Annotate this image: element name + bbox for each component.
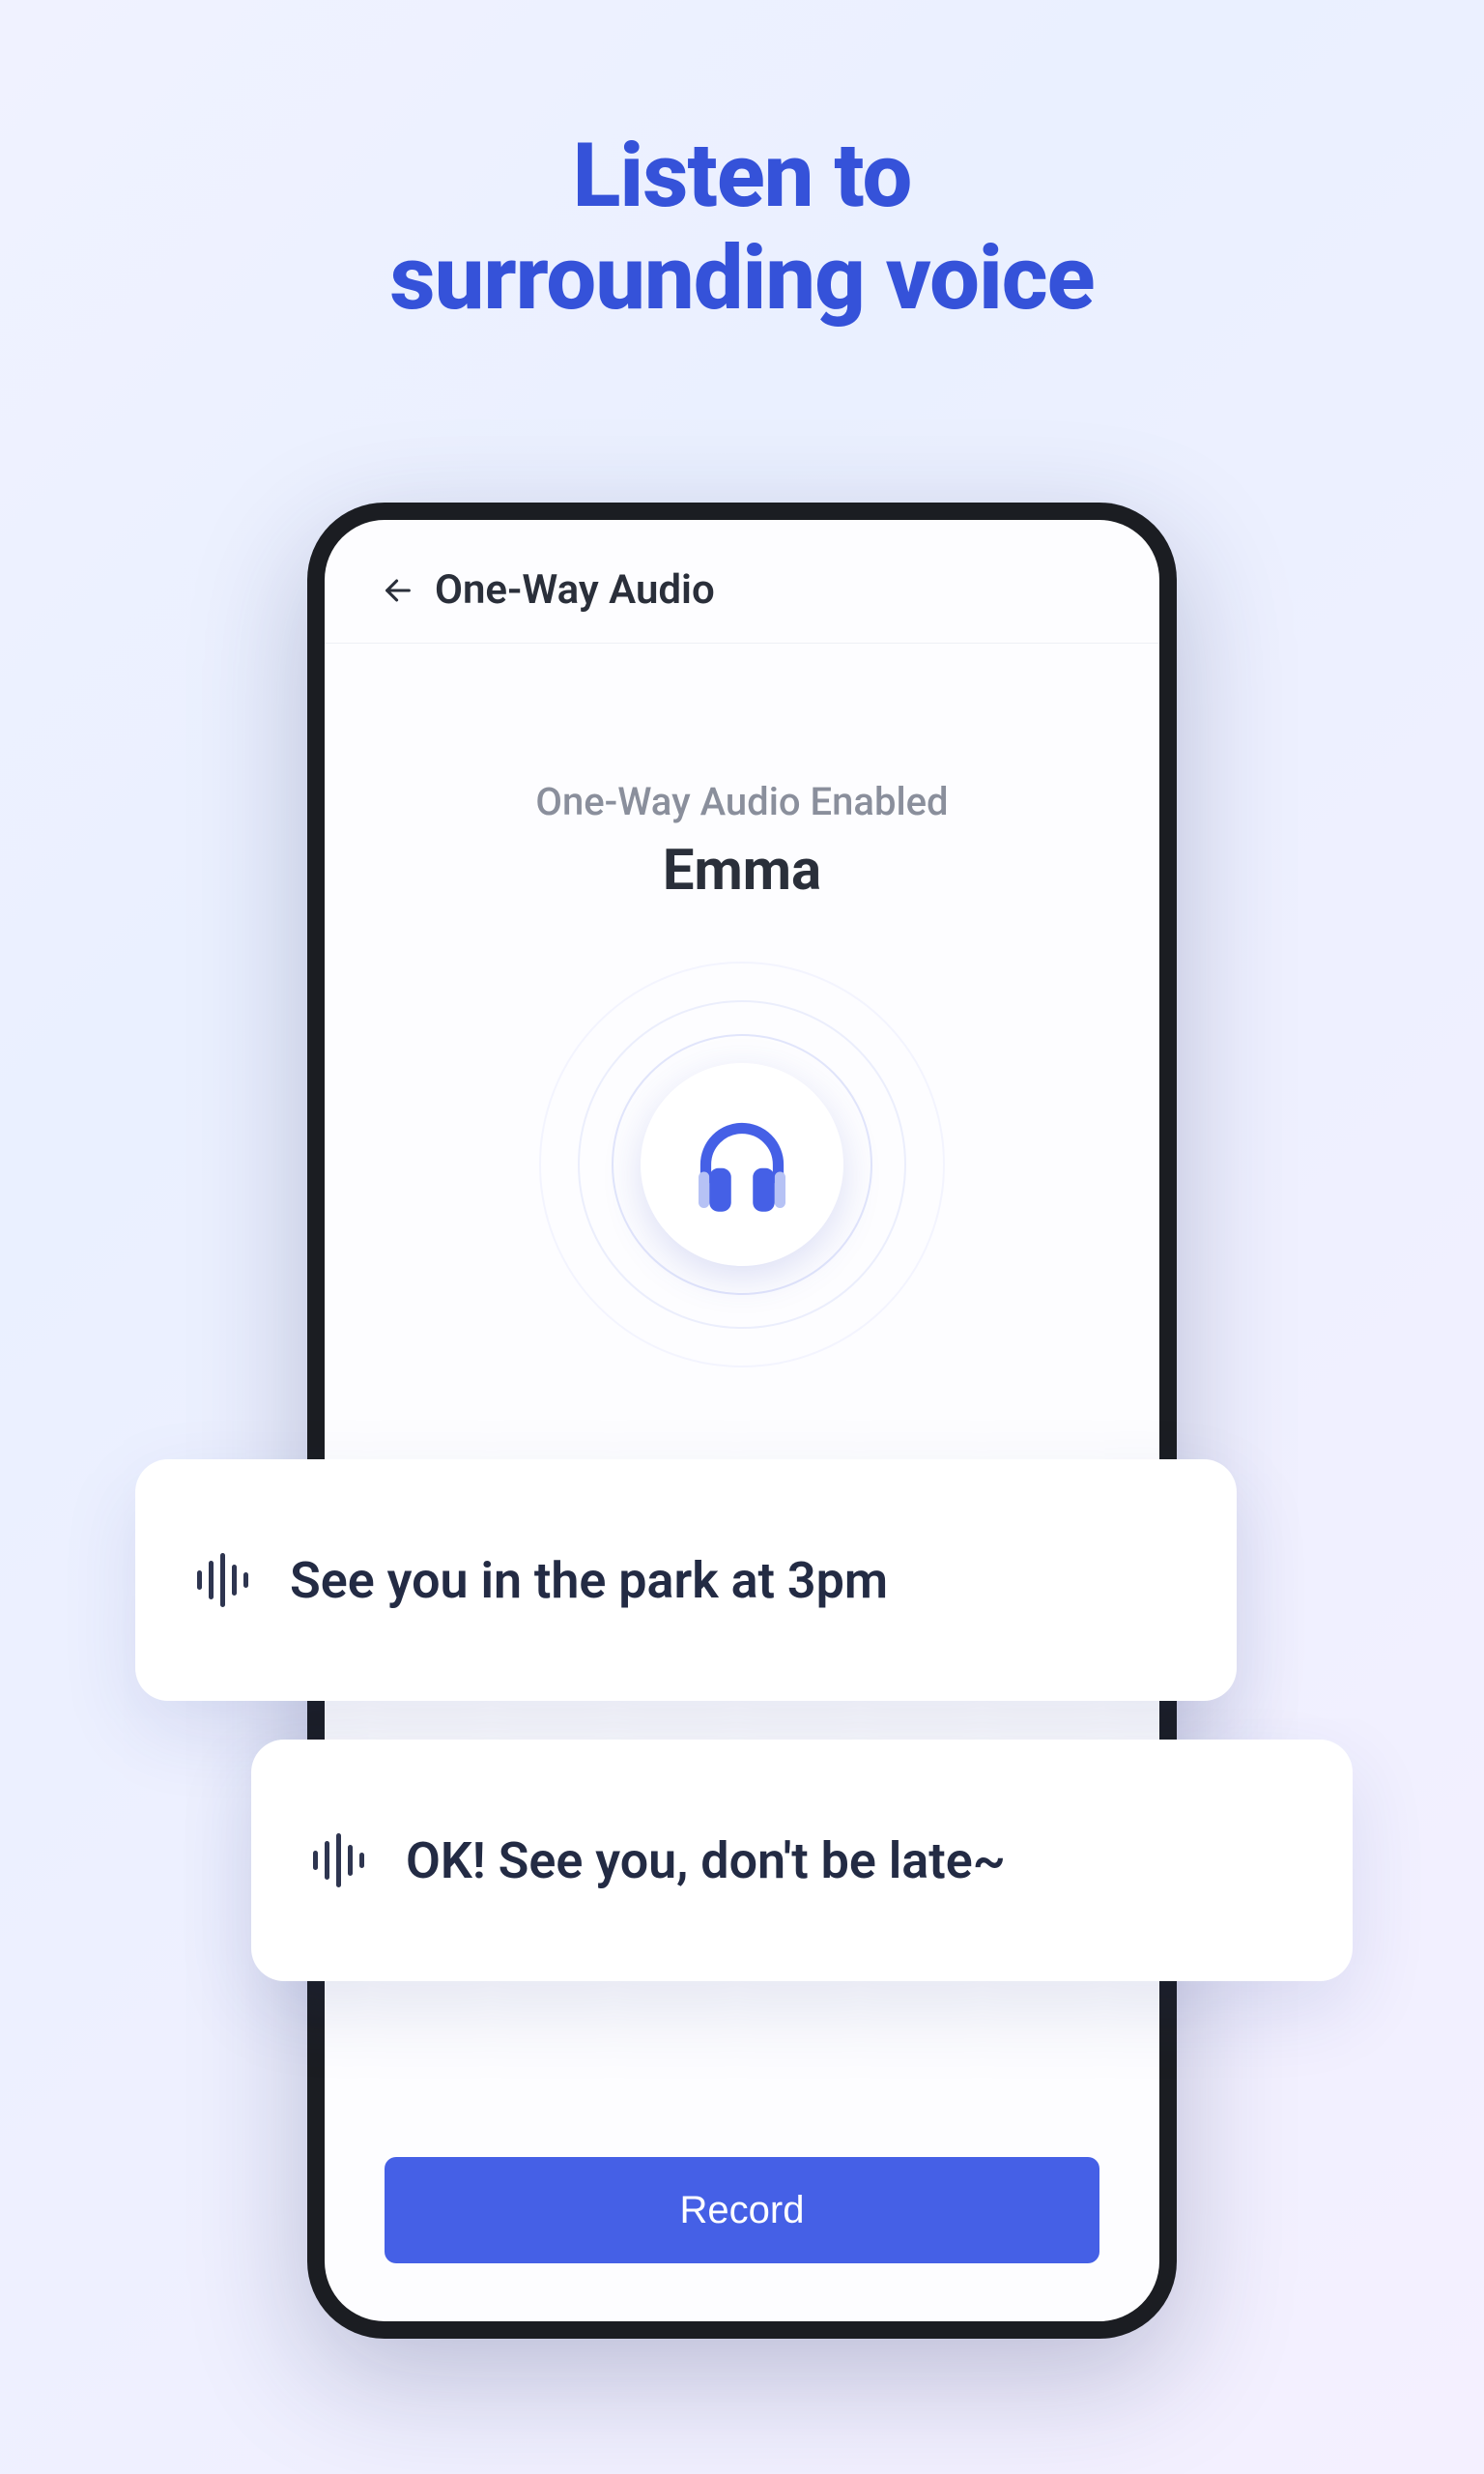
headline-line-1: Listen to — [0, 126, 1484, 228]
audio-pulse-visual — [539, 962, 945, 1367]
phone-frame: One-Way Audio One-Way Audio Enabled Emma… — [307, 503, 1177, 2339]
headphone-circle — [641, 1063, 843, 1266]
arrow-left-icon — [382, 574, 414, 607]
headline-line-2: surrounding voice — [0, 228, 1484, 331]
headphones-icon — [684, 1107, 800, 1223]
topbar: One-Way Audio — [325, 520, 1159, 644]
transcript-text: OK! See you, don't be late~ — [406, 1831, 1006, 1890]
phone-screen: One-Way Audio One-Way Audio Enabled Emma… — [325, 520, 1159, 2321]
contact-name: Emma — [325, 838, 1159, 904]
promo-headline: Listen to surrounding voice — [0, 0, 1484, 331]
status-label: One-Way Audio Enabled — [325, 779, 1159, 824]
transcript-bubble: OK! See you, don't be late~ — [251, 1740, 1353, 1981]
page-title: One-Way Audio — [435, 566, 715, 614]
record-button[interactable]: Record — [385, 2157, 1099, 2263]
audio-wave-icon — [193, 1553, 255, 1607]
transcript-bubble: See you in the park at 3pm — [135, 1459, 1237, 1701]
status-block: One-Way Audio Enabled Emma — [325, 779, 1159, 904]
audio-wave-icon — [309, 1833, 371, 1887]
transcript-text: See you in the park at 3pm — [290, 1551, 888, 1610]
back-button[interactable] — [379, 571, 417, 610]
